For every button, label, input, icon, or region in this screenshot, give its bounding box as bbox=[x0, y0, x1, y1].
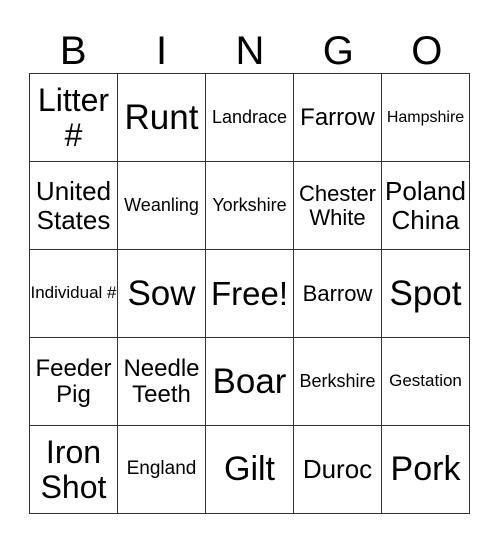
header-letter: I bbox=[156, 29, 168, 73]
bingo-cell[interactable]: Free! bbox=[205, 249, 294, 338]
bingo-cell[interactable]: Landrace bbox=[205, 73, 294, 162]
bingo-cell[interactable]: United States bbox=[29, 161, 118, 250]
bingo-cell[interactable]: Litter # bbox=[29, 73, 118, 162]
bingo-cell[interactable]: Barrow bbox=[293, 249, 382, 338]
bingo-cell[interactable]: Weanling bbox=[117, 161, 206, 250]
bingo-cell[interactable]: Sow bbox=[117, 249, 206, 338]
header-letter: N bbox=[235, 29, 265, 73]
bingo-cell[interactable]: Poland China bbox=[381, 161, 470, 250]
bingo-cell[interactable]: Spot bbox=[381, 249, 470, 338]
bingo-cell[interactable]: Gilt bbox=[205, 425, 294, 514]
header-letter: B bbox=[59, 29, 87, 73]
bingo-cell[interactable]: Duroc bbox=[293, 425, 382, 514]
grid-row: Feeder Pig Needle Teeth Boar Berkshire Gesta… bbox=[29, 337, 470, 426]
grid-row: Individual # Sow Free! Barrow Spot bbox=[29, 249, 470, 338]
grid-row: Iron Shot England Gilt Duroc Pork bbox=[29, 425, 470, 514]
bingo-cell[interactable]: Hampshire bbox=[381, 73, 470, 162]
bingo-cell[interactable]: Yorkshire bbox=[205, 161, 294, 250]
bingo-cell[interactable]: Farrow bbox=[293, 73, 382, 162]
grid-row: United States Weanling Yorkshire Chester Wh… bbox=[29, 161, 470, 250]
bingo-cell[interactable]: Iron Shot bbox=[29, 425, 118, 514]
bingo-cell[interactable]: Chester White bbox=[293, 161, 382, 250]
bingo-header: B I N G O bbox=[29, 28, 471, 74]
grid-row: Litter # Runt Landrace Farrow Hampshire bbox=[29, 73, 470, 162]
header-letter: G bbox=[322, 29, 354, 73]
bingo-cell[interactable]: Pork bbox=[381, 425, 470, 514]
bingo-cell[interactable]: Needle Teeth bbox=[117, 337, 206, 426]
bingo-cell[interactable]: Gestation bbox=[381, 337, 470, 426]
bingo-cell[interactable]: Feeder Pig bbox=[29, 337, 118, 426]
bingo-cell[interactable]: Runt bbox=[117, 73, 206, 162]
bingo-cell[interactable]: Berkshire bbox=[293, 337, 382, 426]
header-letter: O bbox=[411, 29, 443, 73]
bingo-cell[interactable]: Boar bbox=[205, 337, 294, 426]
bingo-cell[interactable]: England bbox=[117, 425, 206, 514]
bingo-cell[interactable]: Individual # bbox=[29, 249, 118, 338]
bingo-grid: Litter # Runt Landrace Farrow Hampshire Unite… bbox=[29, 73, 470, 514]
